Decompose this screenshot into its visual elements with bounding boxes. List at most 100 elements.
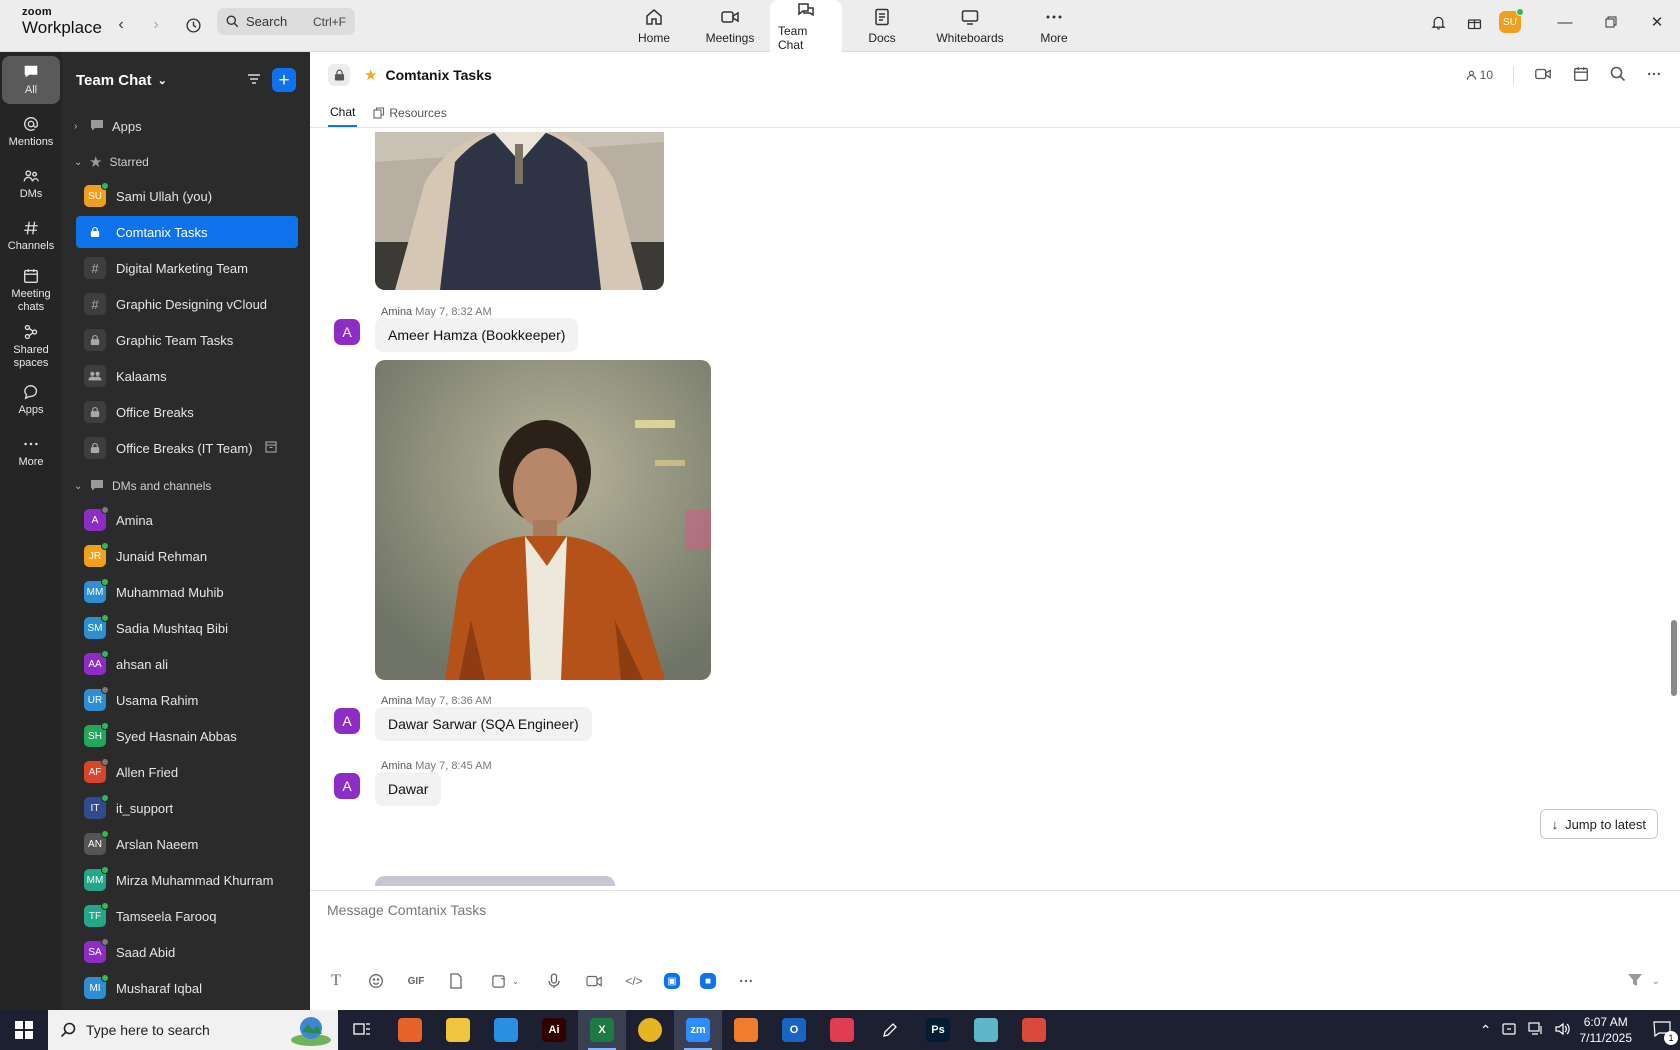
chevron-down-icon[interactable]: ⌄ (1652, 976, 1660, 987)
user-avatar-button[interactable]: SU (1492, 4, 1528, 40)
forward-arrow-icon[interactable]: › (143, 12, 169, 38)
app-tool-taskbar-icon[interactable] (1010, 1010, 1058, 1050)
sidebar-item-dm[interactable]: SM Sadia Mushtaq Bibi (76, 612, 298, 644)
chrome-taskbar-icon[interactable] (626, 1010, 674, 1050)
channel-title[interactable]: Comtanix Tasks (385, 67, 491, 83)
section-apps[interactable]: › Apps (62, 108, 310, 144)
close-icon[interactable]: ✕ (1634, 0, 1680, 44)
rail-more[interactable]: More (2, 428, 60, 476)
microphone-icon[interactable] (544, 971, 564, 991)
tab-docs[interactable]: Docs (842, 0, 922, 52)
members-button[interactable]: 10 (1466, 68, 1493, 82)
sidebar-item-dm[interactable]: MM Mirza Muhammad Khurram (76, 864, 298, 896)
back-arrow-icon[interactable]: ‹ (108, 12, 134, 38)
sidebar-item-comtanix-tasks[interactable]: Comtanix Tasks (76, 216, 298, 248)
sidebar-item-dm[interactable]: SA Saad Abid (76, 936, 298, 968)
firefox-taskbar-icon[interactable] (386, 1010, 434, 1050)
tab-team-chat[interactable]: Team Chat (770, 0, 842, 52)
sidebar-item-dm[interactable]: A Amina (76, 504, 298, 536)
bell-icon[interactable] (1420, 4, 1456, 40)
task-view-taskbar-icon[interactable] (338, 1010, 386, 1050)
chevron-down-icon[interactable]: ⌄ (512, 976, 520, 987)
rail-apps[interactable]: Apps (2, 376, 60, 424)
rail-channels[interactable]: Channels (2, 212, 60, 260)
video-icon[interactable] (1534, 65, 1552, 86)
sidebar-item-dm[interactable]: AA ahsan ali (76, 648, 298, 680)
tab-home[interactable]: Home (618, 0, 690, 52)
outlook-taskbar-icon[interactable]: O (770, 1010, 818, 1050)
app-integration-icon[interactable]: ▣ (664, 973, 680, 989)
format-text-icon[interactable]: T (326, 971, 346, 991)
illustrator-taskbar-icon[interactable]: Ai (530, 1010, 578, 1050)
more-tools-icon[interactable] (736, 971, 756, 991)
sidebar-item-kalaams[interactable]: Kalaams (76, 360, 298, 392)
history-icon[interactable] (180, 12, 206, 38)
sidebar-item-dm[interactable]: IT it_support (76, 792, 298, 824)
network-icon[interactable] (1527, 1021, 1544, 1039)
scrollbar-thumb[interactable] (1671, 620, 1677, 696)
jump-to-latest-button[interactable]: ↓ Jump to latest (1539, 809, 1658, 839)
section-starred[interactable]: ⌄ ★ Starred (62, 144, 310, 180)
shared-photo[interactable] (375, 132, 664, 290)
gif-button[interactable]: GIF (406, 971, 426, 991)
creative-cloud-taskbar-icon[interactable] (818, 1010, 866, 1050)
chevron-up-icon[interactable]: ⌃ (1480, 1022, 1492, 1039)
volume-icon[interactable] (1554, 1022, 1570, 1039)
more-options-icon[interactable] (1646, 66, 1662, 85)
sidebar-item-digital-marketing-team[interactable]: # Digital Marketing Team (76, 252, 298, 284)
battery-icon[interactable] (1501, 1022, 1518, 1039)
rail-all[interactable]: All (2, 56, 60, 104)
message-composer[interactable]: Message Comtanix Tasks T GIF ⌄ </> ▣ ■ ⌄ (310, 890, 1680, 1010)
sidebar-item-dm[interactable]: SH Syed Hasnain Abbas (76, 720, 298, 752)
gift-icon[interactable] (1456, 4, 1492, 40)
sidebar-item-sami-ullah-you-[interactable]: SU Sami Ullah (you) (76, 180, 298, 212)
sidebar-item-dm[interactable]: JR Junaid Rehman (76, 540, 298, 572)
scrollbar[interactable] (1668, 132, 1680, 886)
zoom-taskbar-icon[interactable]: zm (674, 1010, 722, 1050)
tab-whiteboards[interactable]: Whiteboards (922, 0, 1018, 52)
restore-icon[interactable] (1588, 0, 1634, 44)
sidebar-item-graphic-designing-vcloud[interactable]: # Graphic Designing vCloud (76, 288, 298, 320)
tab-chat[interactable]: Chat (328, 99, 358, 127)
send-filter-icon[interactable] (1626, 971, 1644, 992)
search-input[interactable]: Search Ctrl+F (217, 8, 355, 35)
avatar[interactable]: A (334, 708, 360, 734)
sidebar-item-dm[interactable]: MI Musharaf Iqbal (76, 972, 298, 1004)
app-diamond-taskbar-icon[interactable] (962, 1010, 1010, 1050)
photoshop-taskbar-icon[interactable]: Ps (914, 1010, 962, 1050)
rail-meeting-chats[interactable]: Meeting chats (2, 264, 60, 316)
search-icon[interactable] (1610, 66, 1626, 85)
file-explorer-taskbar-icon[interactable] (434, 1010, 482, 1050)
section-dms-channels[interactable]: ⌄ DMs and channels (62, 468, 310, 504)
pen-tool-taskbar-icon[interactable] (866, 1010, 914, 1050)
code-snippet-icon[interactable]: </> (624, 971, 644, 991)
sidebar-title-dropdown[interactable]: Team Chat ⌄ (76, 72, 167, 89)
rail-shared-spaces[interactable]: Shared spaces (2, 320, 60, 372)
sidebar-item-dm[interactable]: MM Muhammad Muhib (76, 576, 298, 608)
rail-dms[interactable]: DMs (2, 160, 60, 208)
emoji-icon[interactable] (366, 971, 386, 991)
sidebar-item-office-breaks-it-team-[interactable]: Office Breaks (IT Team) (76, 432, 298, 464)
excel-taskbar-icon[interactable]: X (578, 1010, 626, 1050)
tab-more[interactable]: More (1018, 0, 1090, 52)
filter-icon[interactable] (246, 71, 262, 90)
shared-photo[interactable] (375, 876, 615, 886)
new-chat-button[interactable]: + (272, 68, 296, 92)
taskbar-clock[interactable]: 6:07 AM 7/11/2025 (1580, 1014, 1633, 1046)
tab-resources[interactable]: Resources (371, 99, 448, 127)
file-icon[interactable] (446, 971, 466, 991)
calendar-icon[interactable] (1572, 65, 1590, 86)
notification-center-icon[interactable]: 1 (1652, 1020, 1678, 1045)
sidebar-item-office-breaks[interactable]: Office Breaks (76, 396, 298, 428)
minimize-icon[interactable]: — (1542, 0, 1588, 44)
taskbar-search-input[interactable]: Type here to search (48, 1010, 338, 1050)
xampp-taskbar-icon[interactable] (722, 1010, 770, 1050)
sidebar-item-dm[interactable]: TF Tamseela Farooq (76, 900, 298, 932)
avatar[interactable]: A (334, 773, 360, 799)
sidebar-item-graphic-team-tasks[interactable]: Graphic Team Tasks (76, 324, 298, 356)
rail-mentions[interactable]: Mentions (2, 108, 60, 156)
video-message-icon[interactable] (584, 971, 604, 991)
avatar[interactable]: A (334, 319, 360, 345)
sidebar-item-dm[interactable]: AF Allen Fried (76, 756, 298, 788)
sidebar-item-dm[interactable]: UR Usama Rahim (76, 684, 298, 716)
